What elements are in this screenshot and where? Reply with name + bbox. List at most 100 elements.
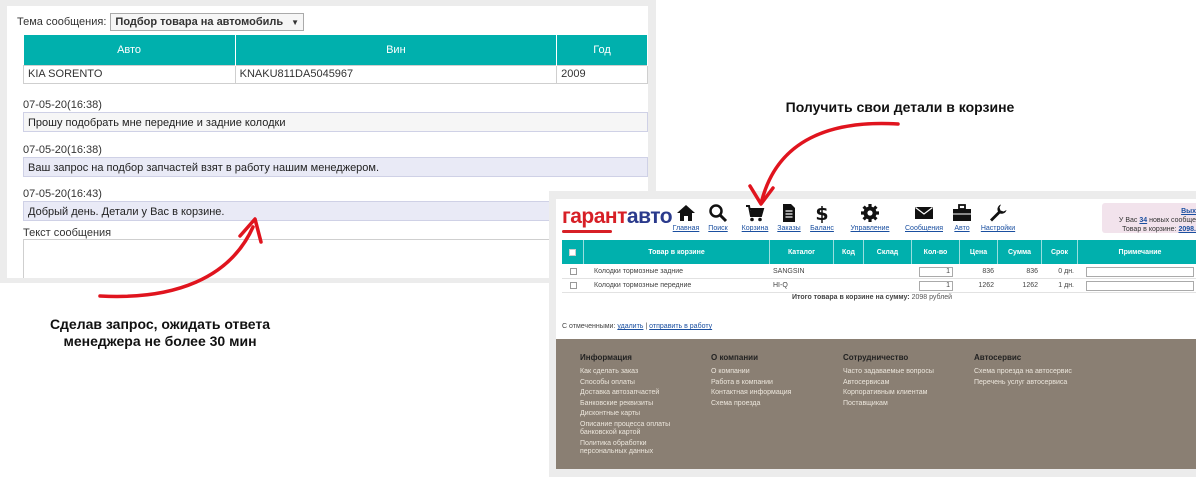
- footer-link[interactable]: Доставка автозапчастей: [580, 388, 690, 399]
- column-header: Товар в корзине: [584, 240, 770, 264]
- nav-balance[interactable]: $ Баланс: [808, 203, 836, 232]
- footer-link[interactable]: Часто задаваемые вопросы: [843, 367, 963, 378]
- column-header-auto: Авто: [23, 35, 236, 65]
- row-select-cell: [562, 279, 584, 292]
- car-table-header: Авто Вин Год: [23, 35, 648, 65]
- column-header: Кол-во: [912, 240, 960, 264]
- footer-link[interactable]: Политика обработки персональных данных: [580, 440, 690, 457]
- note-input[interactable]: [1086, 266, 1194, 277]
- footer-link[interactable]: Поставщикам: [843, 399, 963, 410]
- note-input[interactable]: [1086, 280, 1194, 291]
- nav-auto[interactable]: Авто: [950, 203, 974, 232]
- item-term: 1 дн.: [1058, 282, 1074, 289]
- column-header: Каталог: [770, 240, 834, 264]
- footer-link[interactable]: Работа в компании: [711, 378, 831, 389]
- cart-screenshot: гарантавто Главная Поиск Корзина Заказы …: [549, 191, 1196, 477]
- select-all-checkbox[interactable]: [569, 248, 576, 256]
- nav-label: Баланс: [810, 225, 834, 232]
- item-catalog: SANGSIN: [773, 268, 805, 275]
- nav-label: Главная: [672, 225, 700, 232]
- info-text: новых сообще: [1149, 217, 1196, 224]
- footer-column-service: Автосервис Схема проезда на автосервис П…: [974, 353, 1114, 388]
- subject-row: Тема сообщения: Подбор товара на автомоб…: [17, 13, 305, 31]
- footer-column-cooperation: Сотрудничество Часто задаваемые вопросы …: [843, 353, 963, 409]
- row-checkbox[interactable]: [569, 282, 577, 289]
- total-value: 2098 рублей: [911, 294, 953, 301]
- item-note-cell: [1078, 279, 1196, 292]
- message-date: 07-05-20(16:38): [23, 144, 102, 156]
- footer-link[interactable]: Банковские реквизиты: [580, 399, 690, 410]
- nav-label: Авто: [954, 225, 970, 232]
- brand-logo[interactable]: гарантавто: [562, 205, 673, 229]
- nav-label: Поиск: [708, 225, 728, 232]
- nav-cart[interactable]: Корзина: [740, 203, 770, 232]
- subject-label: Тема сообщения:: [17, 16, 107, 28]
- column-header-vin: Вин: [235, 35, 558, 65]
- footer-link[interactable]: Способы оплаты: [580, 378, 690, 389]
- delete-selected-link[interactable]: удалить: [617, 323, 643, 330]
- cart-sum-link[interactable]: 2098.: [1178, 226, 1196, 233]
- footer-link[interactable]: Как сделать заказ: [580, 367, 690, 378]
- item-qty-cell: 1: [912, 279, 960, 292]
- footer-link[interactable]: Дисконтные карты: [580, 409, 690, 420]
- footer-link[interactable]: О компании: [711, 367, 831, 378]
- caption-line: Сделав запрос, ожидать ответа: [49, 316, 271, 332]
- footer-link[interactable]: Схема проезда: [711, 399, 831, 410]
- nav-search[interactable]: Поиск: [704, 203, 732, 232]
- nav-label: Управление: [850, 225, 890, 232]
- column-header-year: Год: [556, 35, 648, 65]
- logo-underline: [562, 230, 612, 233]
- row-select-cell: [562, 265, 584, 278]
- bulk-actions: С отмеченными: удалить | отправить в раб…: [562, 323, 712, 330]
- item-catalog: HI-Q: [773, 282, 788, 289]
- footer-link[interactable]: Перечень услуг автосервиса: [974, 378, 1114, 389]
- footer-link[interactable]: Схема проезда на автосервис: [974, 367, 1114, 378]
- gear-icon: [861, 204, 879, 222]
- footer-column-title: О компании: [711, 353, 758, 362]
- nav-settings[interactable]: Настройки: [980, 203, 1016, 232]
- item-name: Колодки тормозные задние: [594, 268, 684, 275]
- item-code: [834, 279, 864, 292]
- quantity-input[interactable]: 1: [919, 266, 953, 277]
- new-messages-count-link[interactable]: 34: [1139, 217, 1147, 224]
- footer-link[interactable]: Описание процесса оплаты банковской карт…: [580, 421, 690, 438]
- info-text: Товар в корзине:: [1122, 226, 1177, 233]
- subject-value: Подбор товара на автомобиль: [115, 16, 284, 28]
- chevron-down-icon: ▼: [291, 17, 300, 27]
- info-text: У Вас: [1118, 217, 1138, 224]
- quantity-input[interactable]: 1: [919, 280, 953, 291]
- cart-total: Итого товара в корзине на сумму: 2098 ру…: [792, 294, 952, 301]
- nav-label: Настройки: [980, 225, 1016, 232]
- footer-link[interactable]: Корпоративным клиентам: [843, 388, 963, 399]
- total-label: Итого товара в корзине на сумму:: [792, 294, 910, 301]
- message-date: 07-05-20(16:43): [23, 188, 102, 200]
- nav-management[interactable]: Управление: [850, 203, 890, 232]
- message-manager: Ваш запрос на подбор запчастей взят в ра…: [23, 157, 648, 177]
- column-select-all: [562, 240, 584, 264]
- item-sum: 1262: [1022, 282, 1038, 289]
- column-header: Склад: [864, 240, 912, 264]
- car-vin: KNAKU811DA5045967: [234, 64, 558, 84]
- caption-get-cart: Получить свои детали в корзине: [785, 99, 1015, 115]
- item-qty-cell: 1: [912, 265, 960, 278]
- bulk-actions-label: С отмеченными:: [562, 323, 616, 330]
- footer-link[interactable]: Автосервисам: [843, 378, 963, 389]
- home-icon: [677, 205, 695, 221]
- nav-label: Заказы: [777, 225, 801, 232]
- item-note-cell: [1078, 265, 1196, 278]
- car-model: KIA SORENTO: [23, 64, 236, 84]
- row-checkbox[interactable]: [569, 268, 577, 275]
- nav-messages[interactable]: Сообщения: [904, 203, 944, 232]
- nav-orders[interactable]: Заказы: [776, 203, 802, 232]
- table-row: Колодки тормозные задние SANGSIN 1 836 8…: [562, 265, 1196, 279]
- nav-home[interactable]: Главная: [670, 203, 702, 232]
- item-stock: [864, 279, 912, 292]
- message-date: 07-05-20(16:38): [23, 99, 102, 111]
- column-header: Цена: [960, 240, 998, 264]
- subject-select[interactable]: Подбор товара на автомобиль ▼: [110, 13, 305, 31]
- footer-link[interactable]: Контактная информация: [711, 388, 831, 399]
- logout-link[interactable]: Вых: [1181, 208, 1196, 215]
- column-header: Код: [834, 240, 864, 264]
- send-to-work-link[interactable]: отправить в работу: [649, 323, 712, 330]
- footer-column-company: О компании О компании Работа в компании …: [711, 353, 831, 409]
